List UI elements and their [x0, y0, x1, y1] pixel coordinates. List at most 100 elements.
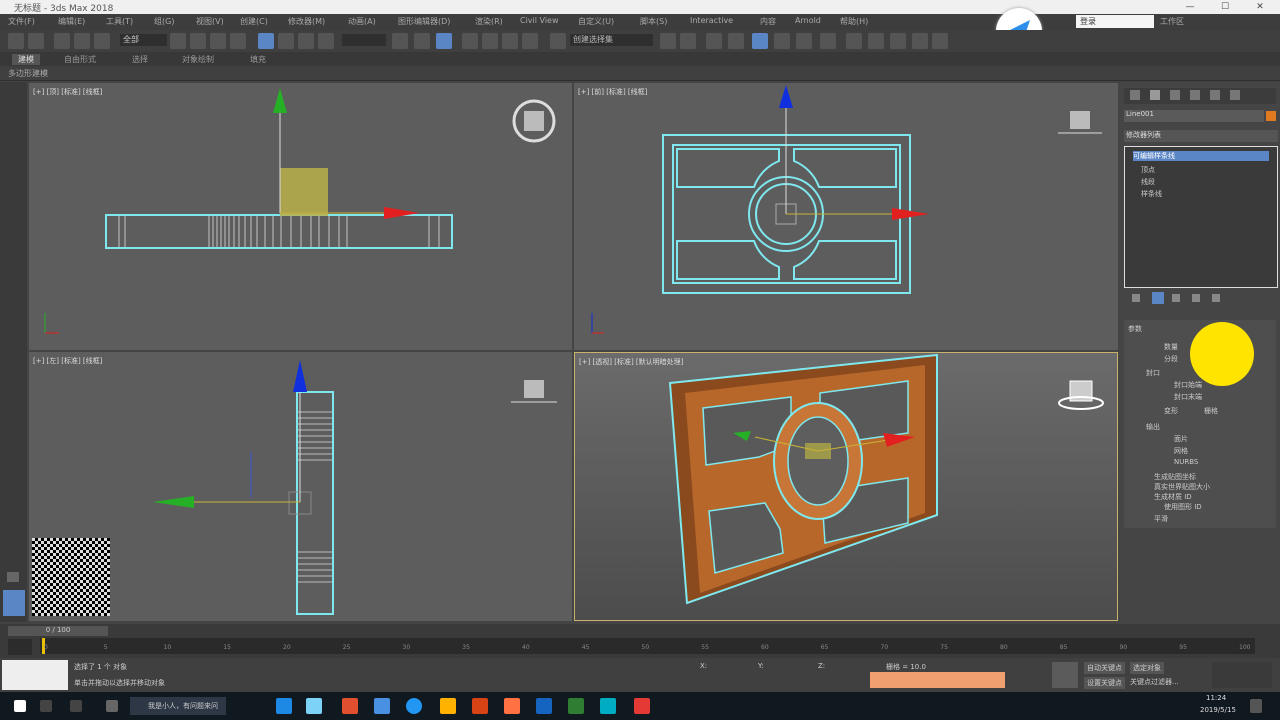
- material-editor-icon[interactable]: [820, 33, 836, 49]
- keyboard-shortcut-override-icon[interactable]: [436, 33, 452, 49]
- hierarchy-tab-icon[interactable]: [1170, 90, 1180, 100]
- stack-item-segment[interactable]: 线段: [1141, 177, 1155, 187]
- object-color-swatch[interactable]: [1266, 111, 1276, 121]
- toggle-layer-explorer-icon[interactable]: [728, 33, 744, 49]
- menu-tools[interactable]: 工具(T): [106, 16, 133, 27]
- configure-modifier-sets-icon[interactable]: [1212, 294, 1220, 302]
- y-axis-arrow-left-icon[interactable]: [153, 496, 194, 508]
- tab-object-paint[interactable]: 对象绘制: [182, 54, 214, 65]
- object-shaded-perspective[interactable]: [668, 353, 938, 605]
- x-axis-arrow-icon[interactable]: [384, 207, 419, 219]
- output-patch-radio[interactable]: 面片: [1174, 434, 1188, 444]
- menu-arnold[interactable]: Arnold: [795, 16, 821, 25]
- close-button[interactable]: ✕: [1240, 0, 1280, 14]
- tab-freeform[interactable]: 自由形式: [64, 54, 96, 65]
- object-name-input[interactable]: Line001: [1124, 110, 1264, 122]
- toggle-ribbon-icon[interactable]: [752, 33, 768, 49]
- app-icon-12[interactable]: [634, 698, 650, 714]
- z-axis-arrow-left-icon[interactable]: [293, 360, 307, 392]
- stack-item-spline[interactable]: 样条线: [1141, 189, 1162, 199]
- modify-tab-icon[interactable]: [1150, 90, 1160, 100]
- selected-object-dropdown[interactable]: 选定对象: [1130, 662, 1164, 674]
- spinner-snap-icon[interactable]: [522, 33, 538, 49]
- undo-icon[interactable]: [8, 33, 24, 49]
- viewport-label-left[interactable]: [+] [左] [标准] [线框]: [33, 356, 102, 366]
- mirror-icon[interactable]: [660, 33, 676, 49]
- menu-graph-editors[interactable]: 图形编辑器(D): [398, 16, 450, 27]
- remove-modifier-icon[interactable]: [1192, 294, 1200, 302]
- select-and-scale-icon[interactable]: [298, 33, 314, 49]
- curve-editor-icon[interactable]: [774, 33, 790, 49]
- tab-selection[interactable]: 选择: [132, 54, 148, 65]
- y-axis-arrow-icon[interactable]: [273, 88, 287, 113]
- utilities-tab-icon[interactable]: [1230, 90, 1240, 100]
- explorer-app-icon[interactable]: [276, 698, 292, 714]
- prev-frame-button[interactable]: [8, 639, 32, 655]
- smooth-checkbox[interactable]: 平滑: [1154, 514, 1168, 524]
- notifications-icon[interactable]: [1250, 699, 1262, 713]
- key-filters-button[interactable]: 关键点过滤器...: [1130, 677, 1179, 687]
- output-mesh-radio[interactable]: 网格: [1174, 446, 1188, 456]
- frame-counter[interactable]: 0 / 100: [8, 626, 108, 636]
- search-icon[interactable]: [40, 700, 52, 712]
- app-icon-6[interactable]: [440, 698, 456, 714]
- gizmo-plane-icon[interactable]: [280, 168, 328, 216]
- viewcube-left-icon[interactable]: [511, 380, 557, 403]
- menu-file[interactable]: 文件(F): [8, 16, 35, 27]
- app-icon-10[interactable]: [568, 698, 584, 714]
- signin-dropdown[interactable]: 登录: [1076, 15, 1154, 28]
- app-icon-9[interactable]: [536, 698, 552, 714]
- 3dsmax-app-icon[interactable]: [600, 698, 616, 714]
- tab-populate[interactable]: 填充: [250, 54, 266, 65]
- object-wireframe-left[interactable]: [296, 391, 334, 615]
- cap-end-checkbox[interactable]: 封口末端: [1174, 392, 1202, 402]
- stack-item-editable-spline[interactable]: 可编辑样条线: [1133, 151, 1269, 161]
- gen-mapping-checkbox[interactable]: 生成贴图坐标: [1154, 472, 1196, 482]
- app-icon-3[interactable]: [342, 698, 358, 714]
- bind-spacewarp-icon[interactable]: [94, 33, 110, 49]
- select-and-place-icon[interactable]: [318, 33, 334, 49]
- start-icon[interactable]: [14, 700, 26, 712]
- cap-start-checkbox[interactable]: 封口始端: [1174, 380, 1202, 390]
- menu-create[interactable]: 创建(C): [240, 16, 268, 27]
- render-iterative-icon[interactable]: [912, 33, 928, 49]
- viewport-layout-icon[interactable]: [3, 590, 25, 616]
- menu-edit[interactable]: 编辑(E): [58, 16, 85, 27]
- menu-interactive[interactable]: Interactive: [690, 16, 733, 25]
- schematic-view-icon[interactable]: [796, 33, 812, 49]
- cortana-search-box[interactable]: 我是小人，有问题来问: [130, 697, 226, 715]
- viewport-perspective[interactable]: [+] [透视] [标准] [默认明暗处理]: [574, 352, 1118, 621]
- select-and-rotate-icon[interactable]: [278, 33, 294, 49]
- qq-app-icon[interactable]: [306, 698, 322, 714]
- use-shape-id-checkbox[interactable]: 使用图形 ID: [1164, 502, 1202, 512]
- motion-tab-icon[interactable]: [1190, 90, 1200, 100]
- rollout-title-parameters[interactable]: 参数: [1128, 324, 1142, 334]
- app-icon-7[interactable]: [472, 698, 488, 714]
- minimize-button[interactable]: —: [1170, 0, 1210, 14]
- maximize-button[interactable]: ☐: [1205, 0, 1245, 14]
- add-time-tag-icon[interactable]: [1052, 662, 1078, 688]
- modifier-list-dropdown[interactable]: 修改器列表: [1124, 130, 1278, 142]
- clock-time[interactable]: 11:24: [1206, 694, 1226, 702]
- pin-stack-icon[interactable]: [1132, 294, 1140, 302]
- viewport-navigation-controls[interactable]: [1212, 662, 1272, 688]
- reference-coordinate-dropdown[interactable]: [342, 34, 386, 46]
- real-world-checkbox[interactable]: 真实世界贴图大小: [1154, 482, 1210, 492]
- task-browser-icon[interactable]: [106, 700, 118, 712]
- setkey-button[interactable]: 设置关键点: [1084, 677, 1125, 689]
- window-crossing-icon[interactable]: [230, 33, 246, 49]
- viewport-top[interactable]: [+] [顶] [标准] [线框]: [29, 83, 572, 350]
- playback-controls[interactable]: [870, 672, 1005, 688]
- link-icon[interactable]: [54, 33, 70, 49]
- viewport-label-perspective[interactable]: [+] [透视] [标准] [默认明暗处理]: [579, 357, 683, 367]
- gen-material-id-checkbox[interactable]: 生成材质 ID: [1154, 492, 1192, 502]
- object-wireframe-top[interactable]: [105, 214, 453, 249]
- named-selection-dropdown[interactable]: 创建选择集: [570, 34, 653, 46]
- menu-group[interactable]: 组(G): [154, 16, 174, 27]
- viewcube-front-icon[interactable]: [1058, 111, 1102, 134]
- maxscript-listener[interactable]: [2, 660, 68, 690]
- menu-rendering[interactable]: 渲染(R): [475, 16, 503, 27]
- menu-scripting[interactable]: 脚本(S): [640, 16, 667, 27]
- app-icon-8[interactable]: [504, 698, 520, 714]
- clock-date[interactable]: 2019/5/15: [1200, 706, 1236, 714]
